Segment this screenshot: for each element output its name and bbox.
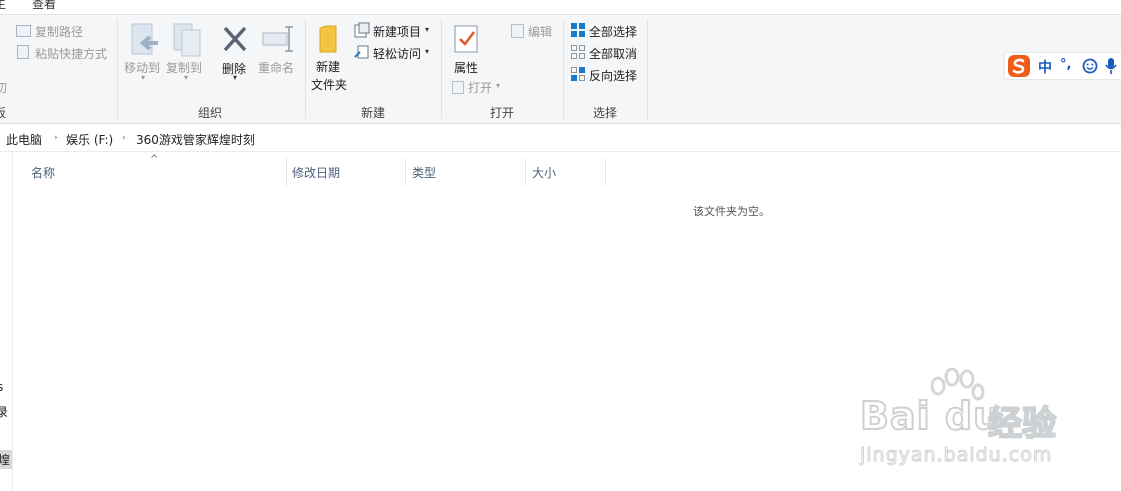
chevron-down-icon: ▾ [496,81,501,90]
new-group-label: 新建 [360,106,385,120]
group-divider [441,19,442,119]
chevron-right-icon[interactable]: › [54,133,58,143]
edit-button[interactable]: 编辑 [528,23,552,40]
ime-toolbar: 中 °, [1004,52,1121,80]
sogou-logo-icon[interactable] [1007,54,1031,78]
ribbon: 复制路径 粘贴快捷方式 切 板 移动到 ▾ 复制到 ▾ 删除 ▾ 重命名 组织 … [0,15,1121,124]
column-divider[interactable] [525,158,526,186]
breadcrumb: 此电脑 › 娱乐 (F:) › 360游戏管家辉煌时刻 [0,124,1121,152]
nav-item-fragment[interactable]: 录 [0,403,8,420]
column-divider[interactable] [605,158,606,186]
new-folder-label-2: 文件夹 [311,78,348,92]
properties-button[interactable]: 属性 [454,59,478,76]
column-header-type[interactable]: 类型 [412,164,436,186]
edit-icon [511,24,524,38]
select-all-icon [571,23,585,37]
group-divider [563,19,564,119]
ime-punctuation-toggle[interactable]: °, [1060,57,1071,72]
column-header-size[interactable]: 大小 [532,164,556,186]
watermark-brand: Bai du [859,393,1002,439]
watermark-sub: 经验 [987,403,1057,445]
column-divider[interactable] [405,158,406,186]
chevron-down-icon: ▾ [425,25,430,34]
breadcrumb-item-drive[interactable]: 娱乐 (F:) [66,131,113,148]
nav-item-fragment[interactable]: s [0,380,3,394]
organize-group-label: 组织 [197,106,222,120]
group-divider [117,19,118,119]
clipboard-group-label: 板 [0,106,7,120]
open-icon [452,81,464,94]
paste-shortcut-icon [17,45,29,59]
select-group-label: 选择 [592,106,617,120]
chevron-down-icon: ▾ [425,47,430,56]
group-divider [647,19,648,119]
select-none-icon [571,45,585,59]
open-button[interactable]: 打开 [468,79,492,96]
nav-item-selected-fragment[interactable]: 煌 [0,450,13,469]
watermark-url: jingyan.baidu.com [859,444,1053,467]
column-header-date-modified[interactable]: 修改日期 [292,164,340,186]
breadcrumb-item-this-pc[interactable]: 此电脑 [6,131,42,148]
paste-shortcut-button[interactable]: 粘贴快捷方式 [35,45,107,62]
copy-path-button[interactable]: 复制路径 [35,23,83,40]
cut-button[interactable]: 切 [0,79,7,96]
tab-view[interactable]: 查看 [32,0,56,12]
breadcrumb-item-folder[interactable]: 360游戏管家辉煌时刻 [136,131,255,148]
empty-folder-message: 该文件夹为空。 [693,205,770,218]
easy-access-button[interactable]: 轻松访问 [373,45,421,62]
new-item-icon [354,22,370,38]
navigation-pane [0,152,13,491]
new-folder-button[interactable]: 新建 [316,58,340,75]
chevron-down-icon: ▾ [233,73,238,82]
new-item-button[interactable]: 新建项目 [373,23,421,40]
group-divider [305,19,306,119]
sort-ascending-icon: ^ [150,154,159,165]
ribbon-tab-strip: 主 查看 [0,0,1121,15]
smiley-icon[interactable] [1082,58,1098,74]
baidu-jingyan-watermark: Bai du 经验 jingyan.baidu.com [858,368,1108,473]
chevron-down-icon: ▾ [184,73,189,82]
rename-icon [262,26,293,52]
new-folder-icon [319,25,337,53]
microphone-icon[interactable] [1104,57,1118,75]
invert-selection-button[interactable]: 反向选择 [589,67,637,84]
copy-to-icon [173,23,201,57]
chevron-down-icon: ▾ [141,73,146,82]
select-all-button[interactable]: 全部选择 [589,23,637,40]
rename-button[interactable]: 重命名 [258,59,294,76]
ime-mode-toggle[interactable]: 中 [1038,57,1052,77]
open-group-label: 打开 [489,106,514,120]
move-to-icon [131,23,158,55]
copy-path-icon [16,25,31,37]
tab-home[interactable]: 主 [0,0,6,12]
easy-access-icon [354,45,369,59]
invert-selection-icon [571,67,585,81]
properties-checkmark-icon [454,25,478,53]
column-divider[interactable] [286,158,287,186]
column-header-name[interactable]: 名称 [31,164,55,186]
delete-x-icon [223,26,247,52]
select-none-button[interactable]: 全部取消 [589,45,637,62]
chevron-right-icon[interactable]: › [122,133,126,143]
